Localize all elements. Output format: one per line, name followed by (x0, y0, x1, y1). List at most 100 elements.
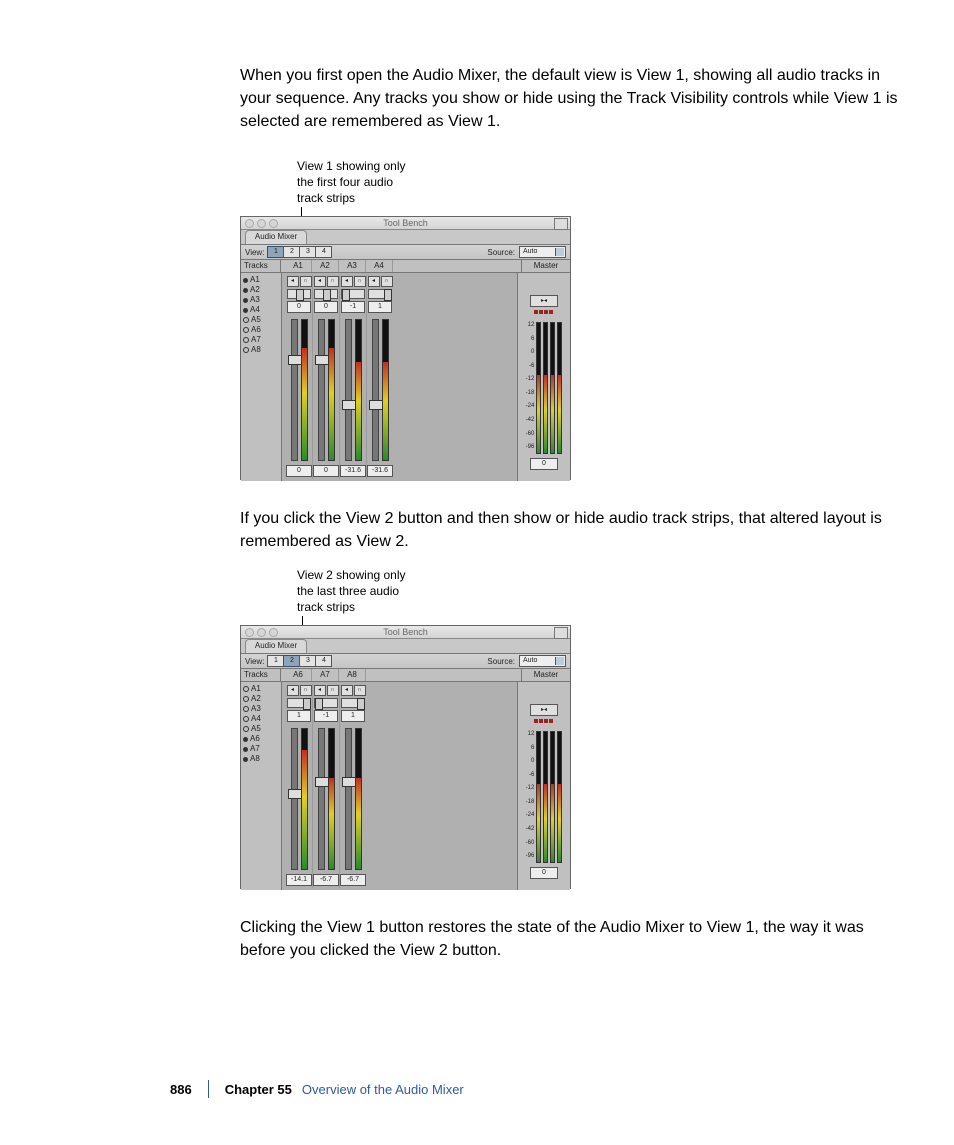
master-mute-button[interactable]: ▸◂ (530, 295, 558, 307)
minimize-icon[interactable] (257, 219, 266, 228)
view-button-4[interactable]: 4 (315, 655, 332, 667)
tab-audio-mixer[interactable]: Audio Mixer (245, 639, 307, 653)
pan-value[interactable]: -1 (314, 710, 338, 722)
pan-value[interactable]: 1 (287, 710, 311, 722)
pan-value[interactable]: 1 (341, 710, 365, 722)
level-readout[interactable]: 0 (313, 465, 339, 477)
pan-value[interactable]: 0 (314, 301, 338, 313)
track-row[interactable]: A1 (243, 275, 279, 285)
channel-strips: ◂∩ 1 -14.1 ◂∩ -1 -6.7 ◂∩ (282, 682, 517, 890)
master-panel: ▸◂ 12 6 0 -6 -12 -18 -24 -42 -60 -96 (517, 273, 570, 481)
close-icon[interactable] (245, 219, 254, 228)
toolbar-toggle[interactable] (554, 218, 568, 230)
zoom-icon[interactable] (269, 628, 278, 637)
mute-button[interactable]: ◂ (368, 276, 380, 287)
view-button-3[interactable]: 3 (299, 655, 316, 667)
track-row[interactable]: A6 (243, 325, 279, 335)
callout: View 2 showing only the last three audio… (297, 567, 437, 616)
mute-button[interactable]: ◂ (287, 276, 299, 287)
chapter-label: Chapter 55 (225, 1082, 292, 1097)
track-row[interactable]: A5 (243, 315, 279, 325)
track-row[interactable]: A5 (243, 724, 279, 734)
pan-slider[interactable] (287, 698, 311, 708)
mute-button[interactable]: ◂ (287, 685, 299, 696)
level-readout[interactable]: -6.7 (313, 874, 339, 886)
track-row[interactable]: A6 (243, 734, 279, 744)
pan-slider[interactable] (314, 289, 338, 299)
pan-slider[interactable] (341, 698, 365, 708)
track-row[interactable]: A4 (243, 714, 279, 724)
channel-strip: ◂∩ 0 0 (313, 275, 340, 479)
level-readout[interactable]: 0 (286, 465, 312, 477)
volume-fader[interactable] (318, 319, 325, 461)
close-icon[interactable] (245, 628, 254, 637)
track-row[interactable]: A2 (243, 285, 279, 295)
volume-fader[interactable] (345, 728, 352, 870)
master-readout[interactable]: 0 (530, 867, 558, 879)
window-controls[interactable] (245, 628, 278, 637)
volume-fader[interactable] (291, 728, 298, 870)
track-row[interactable]: A7 (243, 744, 279, 754)
dot-hollow-icon (243, 686, 249, 692)
view-button-2[interactable]: 2 (283, 655, 300, 667)
level-readout[interactable]: -6.7 (340, 874, 366, 886)
solo-button[interactable]: ∩ (354, 276, 366, 287)
track-row[interactable]: A8 (243, 345, 279, 355)
solo-button[interactable]: ∩ (300, 276, 312, 287)
pan-slider[interactable] (341, 289, 365, 299)
solo-button[interactable]: ∩ (381, 276, 393, 287)
track-row[interactable]: A1 (243, 684, 279, 694)
level-readout[interactable]: -31.6 (340, 465, 366, 477)
mute-button[interactable]: ◂ (341, 276, 353, 287)
volume-fader[interactable] (345, 319, 352, 461)
dot-hollow-icon (243, 726, 249, 732)
track-row[interactable]: A7 (243, 335, 279, 345)
master-header: Master (521, 260, 570, 272)
pan-slider[interactable] (368, 289, 392, 299)
level-readout[interactable]: -14.1 (286, 874, 312, 886)
pan-slider[interactable] (287, 289, 311, 299)
source-select[interactable]: Auto (519, 655, 566, 667)
view-button-1[interactable]: 1 (267, 655, 284, 667)
solo-button[interactable]: ∩ (300, 685, 312, 696)
pan-value[interactable]: -1 (341, 301, 365, 313)
master-mute-button[interactable]: ▸◂ (530, 704, 558, 716)
mute-button[interactable]: ◂ (341, 685, 353, 696)
track-row[interactable]: A3 (243, 295, 279, 305)
pan-value[interactable]: 0 (287, 301, 311, 313)
mute-button[interactable]: ◂ (314, 276, 326, 287)
view-button-4[interactable]: 4 (315, 246, 332, 258)
strip-header: A6 (285, 669, 312, 681)
window-controls[interactable] (245, 219, 278, 228)
master-meter (536, 322, 541, 454)
view-button-1[interactable]: 1 (267, 246, 284, 258)
toolbar-toggle[interactable] (554, 627, 568, 639)
track-row[interactable]: A4 (243, 305, 279, 315)
master-readout[interactable]: 0 (530, 458, 558, 470)
track-visibility-panel: A1 A2 A3 A4 A5 A6 A7 A8 (241, 273, 282, 481)
solo-button[interactable]: ∩ (354, 685, 366, 696)
volume-fader[interactable] (318, 728, 325, 870)
solo-button[interactable]: ∩ (327, 276, 339, 287)
dot-hollow-icon (243, 706, 249, 712)
dot-filled-icon (243, 737, 248, 742)
volume-fader[interactable] (372, 319, 379, 461)
mute-button[interactable]: ◂ (314, 685, 326, 696)
pan-slider[interactable] (314, 698, 338, 708)
dot-filled-icon (243, 288, 248, 293)
dot-filled-icon (243, 298, 248, 303)
strip-header: A1 (285, 260, 312, 272)
view-button-3[interactable]: 3 (299, 246, 316, 258)
view-button-2[interactable]: 2 (283, 246, 300, 258)
source-select[interactable]: Auto (519, 246, 566, 258)
tab-audio-mixer[interactable]: Audio Mixer (245, 230, 307, 244)
level-readout[interactable]: -31.6 (367, 465, 393, 477)
minimize-icon[interactable] (257, 628, 266, 637)
solo-button[interactable]: ∩ (327, 685, 339, 696)
track-row[interactable]: A8 (243, 754, 279, 764)
zoom-icon[interactable] (269, 219, 278, 228)
volume-fader[interactable] (291, 319, 298, 461)
track-row[interactable]: A3 (243, 704, 279, 714)
pan-value[interactable]: 1 (368, 301, 392, 313)
track-row[interactable]: A2 (243, 694, 279, 704)
